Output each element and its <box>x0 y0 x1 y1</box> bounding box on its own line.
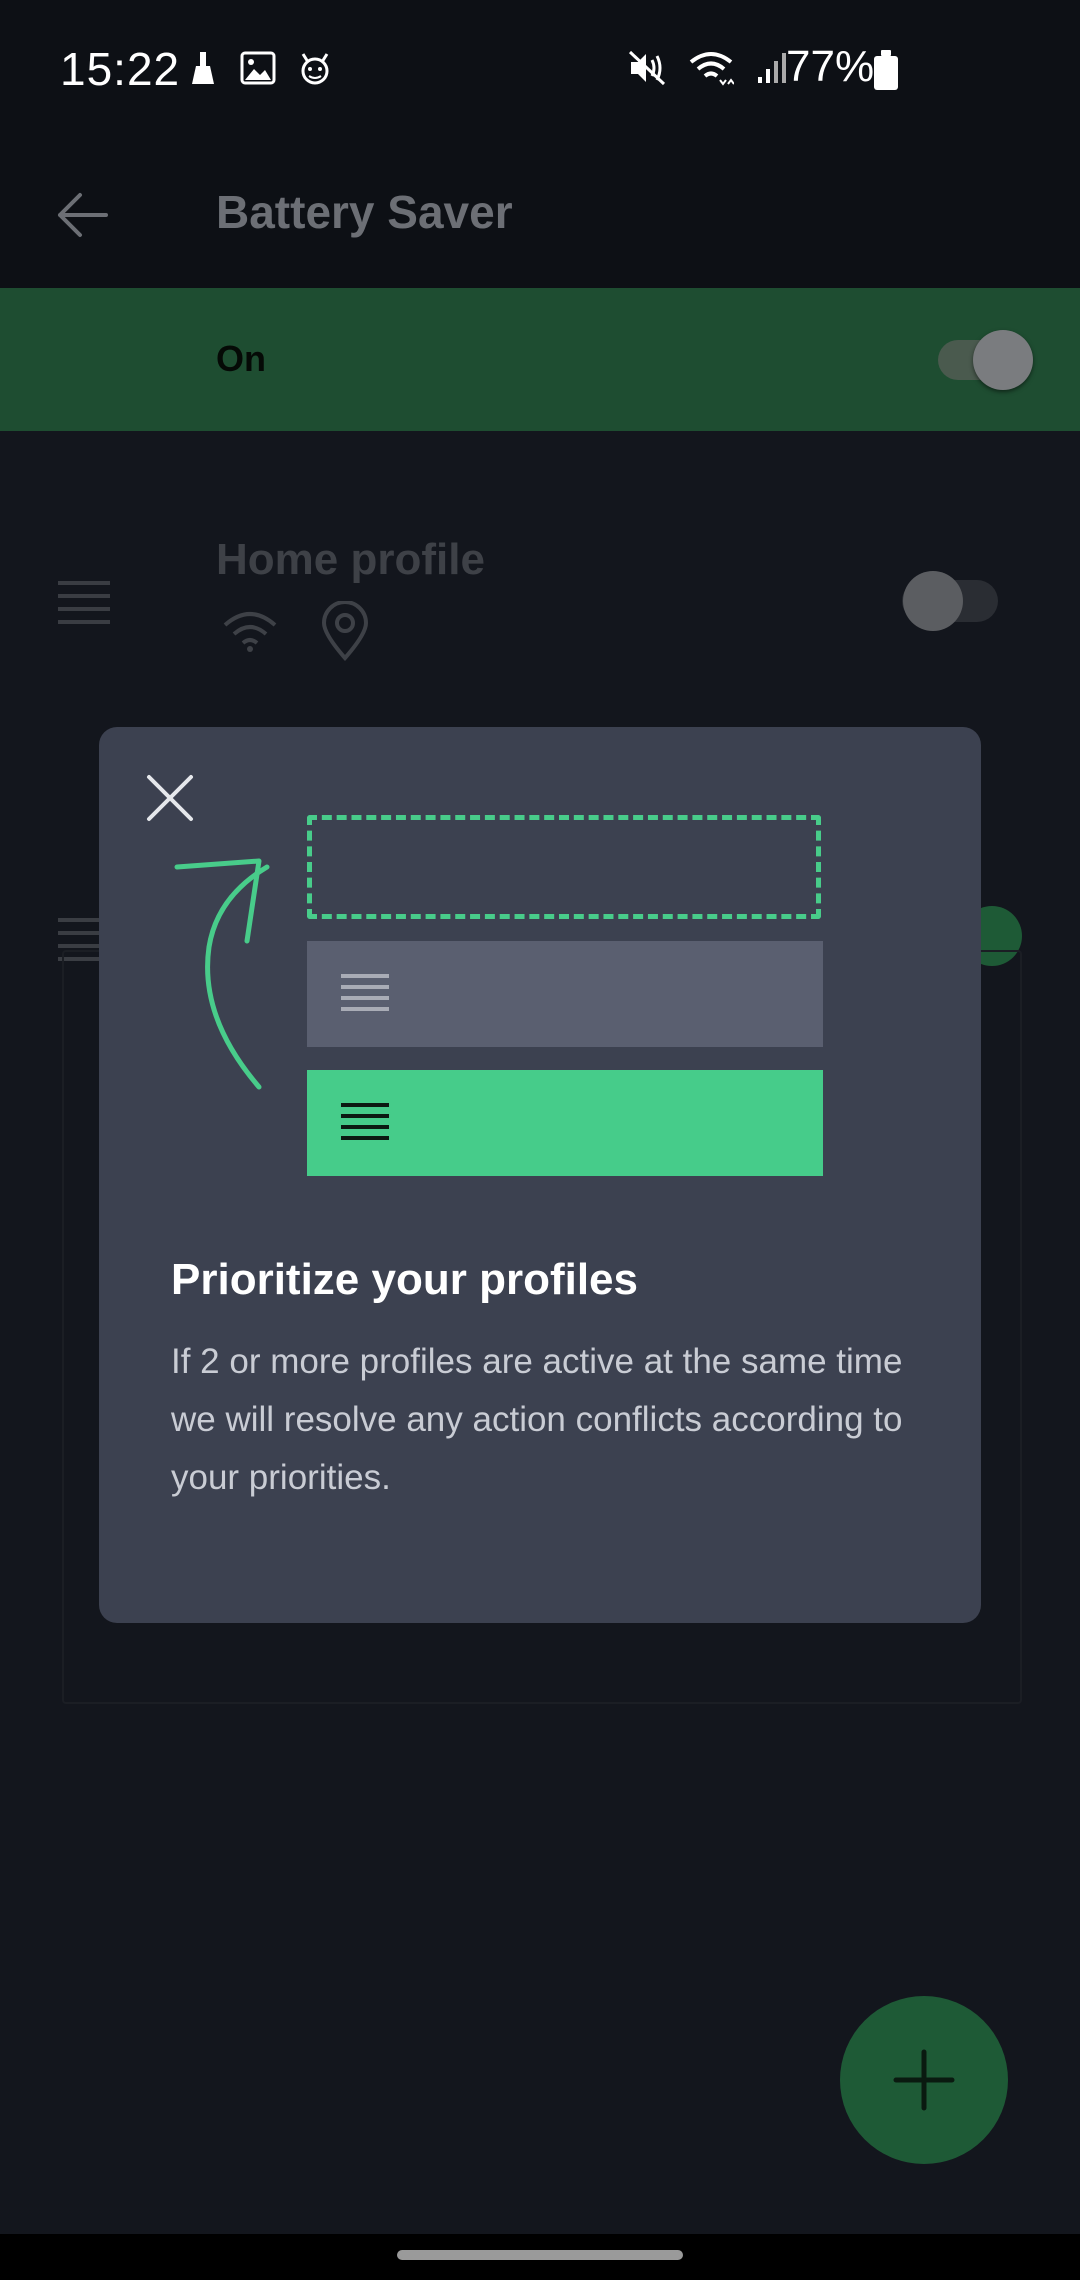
location-pin-icon <box>320 600 370 666</box>
curved-arrow-icon <box>174 858 270 1090</box>
dialog-title: Prioritize your profiles <box>171 1255 638 1304</box>
app-bar: Battery Saver <box>0 145 1080 288</box>
onboarding-dialog: Prioritize your profiles If 2 or more pr… <box>99 727 981 1623</box>
drag-handle-icon[interactable] <box>58 581 110 625</box>
gallery-icon <box>240 51 276 90</box>
profile-toggle-thumb[interactable] <box>903 571 963 631</box>
arrow-left-icon <box>58 193 108 237</box>
navigation-bar <box>0 2234 1080 2280</box>
master-switch-row[interactable]: On <box>0 288 1080 431</box>
status-icons-right <box>628 50 790 91</box>
page-title: Battery Saver <box>216 186 513 238</box>
status-icons-left <box>188 50 332 91</box>
wifi-icon <box>688 50 735 91</box>
close-icon <box>147 775 193 821</box>
back-button[interactable] <box>44 175 124 255</box>
close-button[interactable] <box>141 769 199 827</box>
mute-icon <box>628 50 666 91</box>
illustration-drop-slot <box>307 815 821 919</box>
master-switch-label: On <box>216 338 266 379</box>
profile-trigger-icons <box>222 600 370 666</box>
profile-row[interactable]: Home profile <box>0 535 1080 735</box>
dialog-body: If 2 or more profiles are active at the … <box>171 1342 903 1497</box>
plus-icon <box>893 2049 955 2111</box>
illustration-profile-card-grey <box>307 941 823 1047</box>
list-lines-icon <box>341 974 389 1018</box>
list-lines-icon <box>341 1103 389 1147</box>
status-time: 15:22 <box>60 43 181 95</box>
home-gesture-handle[interactable] <box>397 2250 683 2260</box>
wifi-icon <box>222 609 278 658</box>
add-profile-button[interactable] <box>840 1996 1008 2164</box>
mascot-icon <box>298 50 332 91</box>
illustration-profile-card-green <box>307 1070 823 1176</box>
status-bar: 15:22 77% <box>0 0 1080 145</box>
master-switch-thumb[interactable] <box>973 330 1033 390</box>
battery-icon <box>874 50 898 90</box>
signal-icon <box>756 51 790 90</box>
screen: 15:22 77% Battery Saver On Home profile … <box>0 0 1080 2280</box>
profile-name: Home profile <box>216 535 485 584</box>
battery-percent: 77% <box>786 42 875 91</box>
cleaner-icon <box>188 50 218 91</box>
